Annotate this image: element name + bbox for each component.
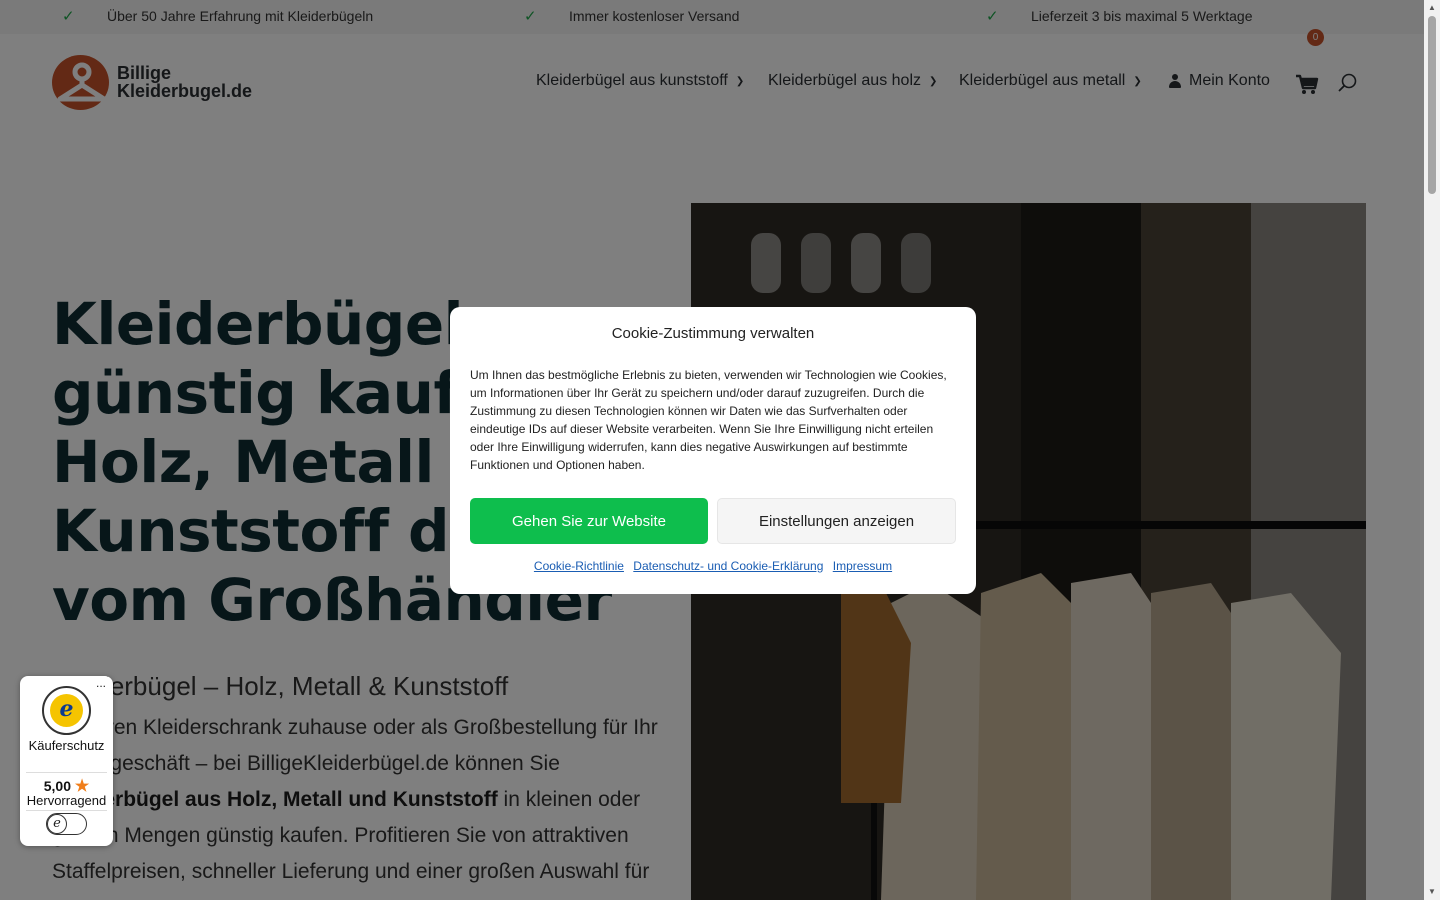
buyer-protection-label: Käuferschutz xyxy=(28,738,105,753)
trusted-shops-e-icon: e xyxy=(47,814,67,834)
cookie-settings-button[interactable]: Einstellungen anzeigen xyxy=(717,498,956,544)
trusted-shops-seal-icon: e xyxy=(42,686,91,735)
more-options-icon[interactable]: ... xyxy=(96,676,106,690)
cookie-dialog-links: Cookie-Richtlinie Datenschutz- und Cooki… xyxy=(450,559,976,573)
rating-value: 5,00 xyxy=(43,778,71,794)
page-scrollbar[interactable]: ▲ ▼ xyxy=(1424,0,1440,900)
cookie-consent-dialog: Cookie-Zustimmung verwalten Um Ihnen das… xyxy=(450,307,976,594)
scroll-up-arrow-icon[interactable]: ▲ xyxy=(1424,0,1440,16)
badge-toggle[interactable]: e xyxy=(46,813,87,835)
scroll-thumb[interactable] xyxy=(1428,16,1436,194)
trusted-shops-badge[interactable]: ... e Käuferschutz 5,00 ★ Hervorragend e xyxy=(20,676,113,846)
seal-letter: e xyxy=(50,694,83,727)
cookie-dialog-text: Um Ihnen das bestmögliche Erlebnis zu bi… xyxy=(470,368,947,472)
divider xyxy=(26,772,107,773)
cookie-dialog-title: Cookie-Zustimmung verwalten xyxy=(611,325,815,342)
rating-label: Hervorragend xyxy=(26,793,107,808)
privacy-link[interactable]: Datenschutz- und Cookie-Erklärung xyxy=(633,559,823,573)
accept-cookies-button[interactable]: Gehen Sie zur Website xyxy=(470,498,708,544)
scroll-down-arrow-icon[interactable]: ▼ xyxy=(1424,884,1440,900)
cookie-policy-link[interactable]: Cookie-Richtlinie xyxy=(534,559,624,573)
divider xyxy=(26,810,107,811)
imprint-link[interactable]: Impressum xyxy=(833,559,892,573)
